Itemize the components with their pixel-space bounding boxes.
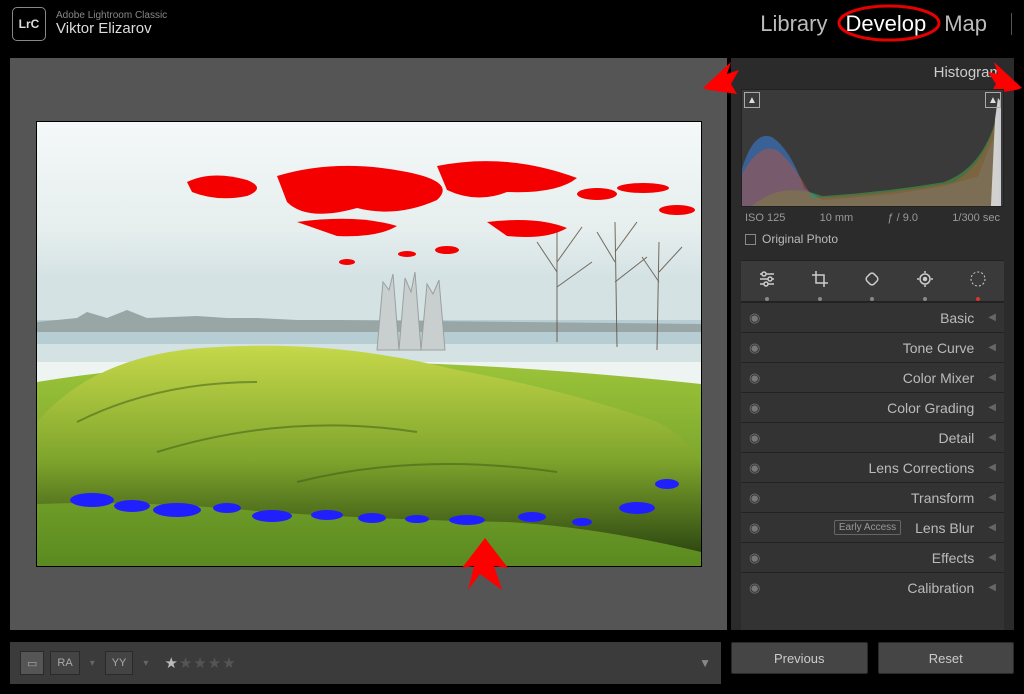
previous-button[interactable]: Previous bbox=[731, 642, 868, 674]
eye-icon[interactable]: ◉ bbox=[749, 460, 760, 476]
panel-basic[interactable]: ◉ Basic ◀ bbox=[741, 302, 1004, 332]
hist-iso: ISO 125 bbox=[745, 212, 785, 224]
eye-icon[interactable]: ◉ bbox=[749, 520, 760, 536]
eye-icon[interactable]: ◉ bbox=[749, 580, 760, 596]
module-separator bbox=[1011, 13, 1012, 35]
panel-color-grading[interactable]: ◉ Color Grading ◀ bbox=[741, 392, 1004, 422]
module-develop[interactable]: Develop bbox=[845, 11, 926, 37]
canvas-area bbox=[10, 58, 727, 630]
dropdown-icon[interactable]: ▾ bbox=[86, 658, 99, 669]
panel-tone-curve[interactable]: ◉ Tone Curve ◀ bbox=[741, 332, 1004, 362]
collapse-icon: ◀ bbox=[988, 402, 996, 413]
star-on: ★ bbox=[164, 655, 178, 672]
user-name: Viktor Elizarov bbox=[56, 21, 167, 38]
toolbar: ▭ RA ▾ YY ▾ ★★★★★ ▼ bbox=[10, 642, 721, 684]
histogram-title[interactable]: Histogram bbox=[731, 58, 1014, 85]
hist-focal: 10 mm bbox=[820, 212, 854, 224]
eye-icon[interactable]: ◉ bbox=[749, 550, 760, 566]
edit-sliders-icon[interactable] bbox=[758, 270, 776, 293]
panel-label: Tone Curve bbox=[903, 340, 975, 356]
rating-stars[interactable]: ★★★★★ bbox=[164, 654, 236, 672]
early-access-badge: Early Access bbox=[834, 520, 901, 535]
collapse-icon: ◀ bbox=[988, 342, 996, 353]
hist-shutter: 1/300 sec bbox=[952, 212, 1000, 224]
panel-label: Transform bbox=[911, 490, 974, 506]
heal-icon[interactable] bbox=[863, 270, 881, 293]
panel-label: Color Mixer bbox=[903, 370, 975, 386]
collapse-icon: ◀ bbox=[988, 492, 996, 503]
view-loupe-button[interactable]: ▭ bbox=[20, 651, 44, 675]
hist-aperture: ƒ / 9.0 bbox=[887, 212, 918, 224]
histogram[interactable]: ▲ ▲ bbox=[741, 89, 1004, 207]
develop-panels: ◉ Basic ◀ ◉ Tone Curve ◀ ◉ Color Mixer ◀ ◉ Colo… bbox=[741, 302, 1004, 630]
panel-calibration[interactable]: ◉ Calibration ◀ bbox=[741, 572, 1004, 602]
mask-icon[interactable] bbox=[969, 270, 987, 293]
original-photo-checkbox[interactable] bbox=[745, 234, 756, 245]
photo-preview[interactable] bbox=[37, 122, 701, 566]
redeye-icon[interactable] bbox=[916, 270, 934, 293]
panel-label: Lens Blur bbox=[915, 520, 974, 536]
collapse-icon: ◀ bbox=[988, 552, 996, 563]
dropdown-icon[interactable]: ▾ bbox=[139, 658, 152, 669]
collapse-icon: ◀ bbox=[988, 462, 996, 473]
eye-icon[interactable]: ◉ bbox=[749, 430, 760, 446]
eye-icon[interactable]: ◉ bbox=[749, 310, 760, 326]
panel-label: Calibration bbox=[907, 580, 974, 596]
crop-icon[interactable] bbox=[811, 270, 829, 293]
original-photo-label: Original Photo bbox=[762, 232, 838, 246]
highlight-clip-toggle[interactable]: ▲ bbox=[985, 92, 1001, 108]
panel-transform[interactable]: ◉ Transform ◀ bbox=[741, 482, 1004, 512]
panel-color-mixer[interactable]: ◉ Color Mixer ◀ bbox=[741, 362, 1004, 392]
eye-icon[interactable]: ◉ bbox=[749, 400, 760, 416]
eye-icon[interactable]: ◉ bbox=[749, 340, 760, 356]
panel-lens-corrections[interactable]: ◉ Lens Corrections ◀ bbox=[741, 452, 1004, 482]
panel-lens-blur[interactable]: ◉ Early Access Lens Blur ◀ bbox=[741, 512, 1004, 542]
module-map[interactable]: Map bbox=[944, 11, 987, 37]
collapse-icon: ◀ bbox=[988, 312, 996, 323]
collapse-icon: ◀ bbox=[988, 372, 996, 383]
collapse-icon: ◀ bbox=[988, 432, 996, 443]
panel-label: Detail bbox=[939, 430, 975, 446]
local-tools-strip bbox=[741, 260, 1004, 302]
view-ra-button[interactable]: RA bbox=[50, 651, 79, 675]
reset-button[interactable]: Reset bbox=[878, 642, 1015, 674]
collapse-icon: ◀ bbox=[988, 582, 996, 593]
panel-label: Basic bbox=[940, 310, 974, 326]
panel-label: Color Grading bbox=[887, 400, 974, 416]
shadow-clip-toggle[interactable]: ▲ bbox=[744, 92, 760, 108]
module-library[interactable]: Library bbox=[760, 11, 827, 37]
module-develop-label: Develop bbox=[845, 11, 926, 37]
panel-effects[interactable]: ◉ Effects ◀ bbox=[741, 542, 1004, 572]
toolbar-more-icon[interactable]: ▼ bbox=[699, 656, 711, 670]
panel-label: Lens Corrections bbox=[868, 460, 974, 476]
eye-icon[interactable]: ◉ bbox=[749, 490, 760, 506]
panel-detail[interactable]: ◉ Detail ◀ bbox=[741, 422, 1004, 452]
stars-off: ★★★★ bbox=[179, 655, 237, 672]
app-logo: LrC bbox=[12, 7, 46, 41]
view-yy-button[interactable]: YY bbox=[105, 651, 134, 675]
panel-label: Effects bbox=[932, 550, 975, 566]
eye-icon[interactable]: ◉ bbox=[749, 370, 760, 386]
collapse-icon: ◀ bbox=[988, 522, 996, 533]
